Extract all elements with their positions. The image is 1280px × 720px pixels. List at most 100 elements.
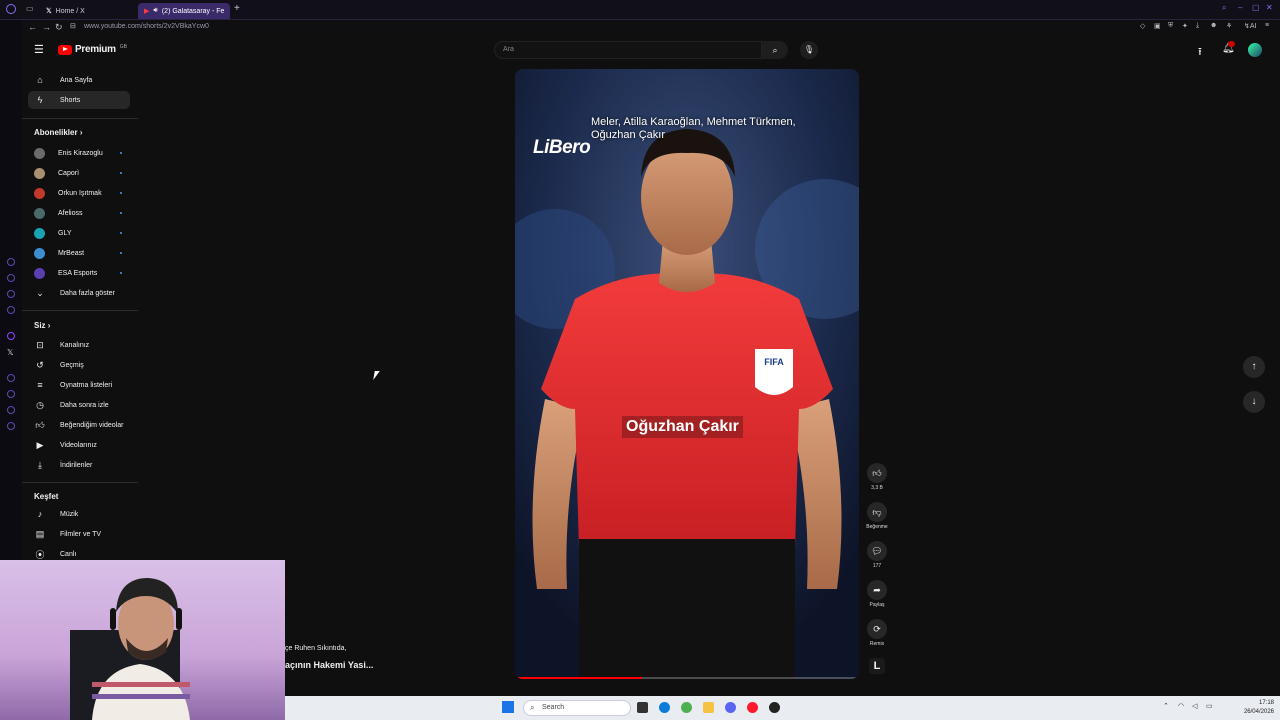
new-content-dot — [120, 272, 122, 274]
minimize-icon[interactable]: – — [1238, 3, 1242, 12]
name-overlay-caption: Oğuzhan Çakır — [622, 416, 743, 438]
dislike-button[interactable]: 👎︎ Beğenme — [865, 502, 889, 530]
snapshot-icon[interactable]: ▣ — [1154, 22, 1161, 30]
taskbar-clock[interactable]: 17:18 26/04/2026 — [1244, 699, 1274, 717]
tab-x-home[interactable]: 𝕏 Home / X — [40, 3, 136, 19]
like-button[interactable]: 👍︎ 3,3 B — [865, 463, 889, 491]
sidebar-app-icon[interactable] — [7, 274, 15, 282]
task-view-icon[interactable] — [637, 702, 648, 713]
previous-short-button[interactable]: ↑ — [1243, 356, 1265, 378]
download-icon[interactable]: ⤓ — [1196, 22, 1199, 30]
avatar[interactable] — [1248, 43, 1262, 57]
arrow-up-icon: ↑ — [1251, 361, 1257, 372]
discord-icon[interactable] — [725, 702, 736, 713]
next-short-button[interactable]: ↓ — [1243, 391, 1265, 413]
back-icon[interactable]: ← — [28, 22, 37, 32]
sidebar-app-icon[interactable] — [7, 374, 15, 382]
sidebar-item-downloads[interactable]: ⤓ İndirilenler — [28, 456, 130, 474]
opera-icon[interactable] — [747, 702, 758, 713]
subscription-item[interactable]: Enis Kirazoglu — [28, 144, 130, 162]
new-tab-button[interactable]: + — [234, 3, 240, 14]
subscription-name: GLY — [58, 229, 72, 237]
mouse-cursor — [373, 371, 380, 380]
subscription-item[interactable]: GLY — [28, 224, 130, 242]
extensions-icon[interactable]: ✦ — [1182, 22, 1188, 30]
sidebar-item-your-channel[interactable]: ⊡ Kanalınız — [28, 336, 130, 354]
scroll-up-icon[interactable]: ▲ — [136, 66, 138, 68]
taskbar-search[interactable]: ⌕ Search — [523, 700, 631, 716]
subscription-item[interactable]: Orkun Işıtmak — [28, 184, 130, 202]
url-field[interactable]: www.youtube.com/shorts/2v2VBkaYcw0 — [84, 23, 209, 30]
subscription-item[interactable]: ESA Esports — [28, 264, 130, 282]
tray-chevron-icon[interactable]: ⌃ — [1163, 702, 1169, 710]
volume-icon[interactable]: ◁ — [1192, 702, 1197, 710]
menu-icon[interactable]: ≡ — [1265, 22, 1269, 29]
show-more-button[interactable]: ⌄ Daha fazla göster — [28, 284, 130, 302]
ai-icon[interactable]: ↯AI — [1244, 22, 1256, 30]
search-button[interactable]: ⌕ — [762, 41, 788, 59]
chrome-icon[interactable] — [681, 702, 692, 713]
site-info-icon[interactable]: ⊟ — [70, 22, 76, 30]
reload-icon[interactable]: ↻ — [55, 22, 63, 33]
wifi-icon[interactable]: ◠ — [1178, 702, 1184, 710]
battery-icon[interactable]: ▭ — [1206, 702, 1213, 710]
search-input[interactable]: Ara — [494, 41, 762, 59]
channel-avatar[interactable]: L — [869, 658, 885, 674]
film-icon: ▤ — [35, 528, 45, 539]
tab-youtube[interactable]: ▶ 🔊︎ (2) Galatasaray - Fene — [138, 3, 230, 19]
explore-heading: Keşfet — [34, 492, 59, 501]
voice-search-button[interactable]: 🎙︎ — [800, 41, 818, 59]
comment-count: 177 — [872, 563, 882, 569]
forward-icon[interactable]: → — [42, 22, 51, 32]
sidebar-app-icon[interactable] — [7, 290, 15, 298]
sidebar-item-history[interactable]: ↺ Geçmiş — [28, 356, 130, 374]
settings-icon[interactable] — [7, 422, 15, 430]
sidebar-item-playlists[interactable]: ≡ Oynatma listeleri — [28, 376, 130, 394]
file-explorer-icon[interactable] — [703, 702, 714, 713]
hamburger-menu-icon[interactable]: ☰ — [34, 43, 44, 56]
tab-label: Home / X — [55, 7, 85, 15]
sidebar-app-icon[interactable] — [7, 258, 15, 266]
obs-icon[interactable] — [769, 702, 780, 713]
subscriptions-heading[interactable]: Abonelikler › — [34, 128, 82, 137]
subscription-item[interactable]: Caporì — [28, 164, 130, 182]
edge-icon[interactable] — [659, 702, 670, 713]
sidebar-app-icon[interactable] — [7, 306, 15, 314]
search-tabs-icon[interactable]: ⌕ — [1222, 3, 1226, 13]
comments-button[interactable]: 💬︎ 177 — [865, 541, 889, 569]
sidebar-app-icon[interactable] — [7, 390, 15, 398]
twitch-icon[interactable] — [7, 332, 15, 340]
account-icon[interactable]: ☻ — [1210, 22, 1217, 29]
video-progress-bar[interactable] — [515, 677, 859, 679]
video-progress-fill — [515, 677, 643, 679]
close-icon[interactable]: ✕ — [1266, 3, 1273, 12]
subscription-name: Afelioss — [58, 209, 83, 217]
remix-button[interactable]: ⟳ Remix — [865, 619, 889, 647]
upload-icon[interactable]: ⭱ — [1198, 43, 1202, 62]
sidebar-item-liked-videos[interactable]: 👍︎ Beğendiğim videolar — [28, 416, 130, 434]
bookmark-icon[interactable]: ◇ — [1140, 22, 1145, 30]
subscription-item[interactable]: Afelioss — [28, 204, 130, 222]
sidebar-item-your-videos[interactable]: ▶ Videolarınız — [28, 436, 130, 454]
you-heading[interactable]: Siz › — [34, 321, 50, 330]
sidebar-item-live[interactable]: ⦿ Canlı — [28, 545, 130, 560]
maximize-icon[interactable]: ▢ — [1252, 3, 1260, 12]
sidebar-item-films[interactable]: ▤ Filmler ve TV — [28, 525, 130, 543]
shorts-video-player[interactable]: FIFA Meler, Atilla Karaoğlan, Mehmet Tür… — [515, 69, 859, 679]
adblock-icon[interactable]: ⛨ — [1168, 22, 1173, 30]
opera-logo-icon[interactable] — [6, 4, 16, 14]
sidebar-app-icon[interactable] — [7, 406, 15, 414]
subscription-item[interactable]: MrBeast — [28, 244, 130, 262]
sidebar-item-watch-later[interactable]: ◷ Daha sonra izle — [28, 396, 130, 414]
share-label: Paylaş — [869, 602, 885, 608]
sidebar-item-music[interactable]: ♪ Müzik — [28, 505, 130, 523]
x-icon[interactable]: 𝕏 — [7, 348, 13, 357]
logo-text: Premium — [75, 44, 116, 55]
tab-switcher-icon[interactable]: ▭ — [26, 4, 34, 13]
youtube-premium-logo[interactable]: Premium GB — [58, 44, 127, 55]
share-button[interactable]: ➦ Paylaş — [865, 580, 889, 608]
vpn-icon[interactable]: ⚘ — [1226, 22, 1232, 30]
windows-start-icon[interactable] — [502, 701, 514, 713]
sidebar-item-home[interactable]: ⌂ Ana Sayfa — [28, 71, 130, 89]
sidebar-item-shorts[interactable]: ϟ Shorts — [28, 91, 130, 109]
